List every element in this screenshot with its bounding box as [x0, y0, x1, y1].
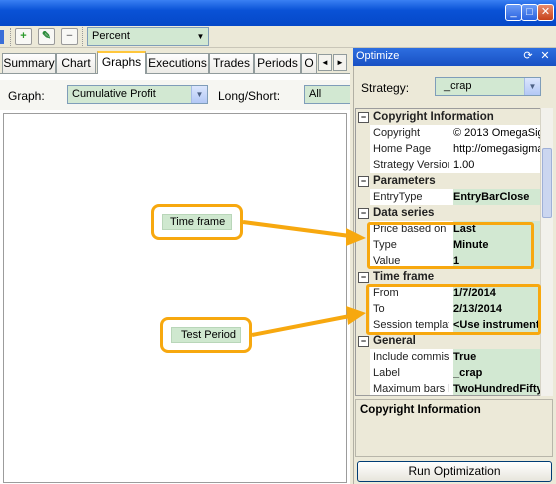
chevron-down-icon[interactable]: ▼ [524, 78, 540, 95]
tab-trades[interactable]: Trades [209, 53, 254, 73]
tab-scroll-right-icon[interactable]: ► [333, 54, 347, 71]
close-button[interactable]: ✕ [537, 4, 554, 21]
property-description: Copyright Information [355, 399, 553, 457]
collapse-icon[interactable]: − [358, 176, 369, 187]
longshort-dropdown-value: All [309, 88, 322, 100]
property-key: EntryType [373, 191, 423, 203]
graph-plot-area [3, 113, 347, 483]
property-value[interactable]: © 2013 OmegaSigma [453, 125, 552, 141]
callout-test-period: Test Period [160, 317, 252, 353]
property-key: Strategy Version [373, 159, 449, 171]
minimize-button[interactable]: _ [505, 4, 522, 21]
collapse-icon[interactable]: − [358, 208, 369, 219]
toolbar-separator [82, 27, 84, 46]
data-series-highlight [367, 222, 534, 269]
category-copyright[interactable]: − Copyright Information [356, 109, 552, 125]
add-icon[interactable]: + [15, 28, 32, 45]
strategy-dropdown-value: _crap [444, 80, 472, 92]
tab-overflow[interactable]: O [301, 53, 317, 73]
toolbar-edge-icon [0, 30, 4, 44]
property-row[interactable]: Label _crap [356, 365, 552, 381]
run-optimization-button[interactable]: Run Optimization [357, 461, 552, 482]
description-title: Copyright Information [360, 404, 481, 416]
property-key: Label [373, 367, 400, 379]
collapse-icon[interactable]: − [358, 272, 369, 283]
property-value[interactable]: 1.00 [453, 157, 552, 173]
tab-periods[interactable]: Periods [254, 53, 301, 73]
property-key: Home Page [373, 143, 432, 155]
callout-test-period-text: Test Period [181, 329, 237, 341]
toolbar-grip [10, 28, 12, 46]
category-parameters[interactable]: − Parameters [356, 173, 552, 189]
optimize-panel-title: Optimize [356, 50, 400, 62]
graph-label: Graph: [8, 89, 45, 103]
category-label: General [373, 335, 416, 347]
optimize-panel-header: Optimize ⟳ ✕ [353, 48, 556, 66]
property-value[interactable]: EntryBarClose [453, 189, 552, 205]
tab-graphs[interactable]: Graphs [97, 51, 146, 74]
units-dropdown[interactable]: Percent ▼ [87, 27, 209, 46]
callout-time-frame-text: Time frame [170, 216, 226, 228]
property-value[interactable]: True [453, 349, 552, 365]
chevron-down-icon[interactable]: ▼ [191, 86, 207, 103]
property-row[interactable]: EntryType EntryBarClose [356, 189, 552, 205]
property-value[interactable]: TwoHundredFifty [453, 381, 552, 395]
graph-dropdown[interactable]: Cumulative Profit ▼ [67, 85, 208, 104]
scrollbar-thumb[interactable] [542, 148, 552, 218]
category-time-frame[interactable]: − Time frame [356, 269, 552, 285]
property-row[interactable]: Include commission True [356, 349, 552, 365]
close-panel-icon[interactable]: ✕ [538, 49, 552, 63]
graph-options-row: Graph: Cumulative Profit ▼ Long/Short: A… [0, 80, 350, 110]
units-dropdown-value: Percent [92, 30, 130, 42]
collapse-icon[interactable]: − [358, 112, 369, 123]
property-row[interactable]: Maximum bars lookback TwoHundredFifty [356, 381, 552, 395]
time-frame-highlight [366, 284, 541, 335]
category-label: Time frame [373, 271, 435, 283]
property-row[interactable]: Strategy Version 1.00 [356, 157, 552, 173]
callout-time-frame: Time frame [151, 204, 243, 240]
property-key: Maximum bars lookback [373, 383, 449, 395]
property-grid-scrollbar[interactable] [540, 108, 553, 396]
strategy-dropdown[interactable]: _crap ▼ [435, 77, 541, 96]
category-general[interactable]: − General [356, 333, 552, 349]
tab-executions[interactable]: Executions [146, 53, 209, 73]
category-label: Parameters [373, 175, 436, 187]
category-data-series[interactable]: − Data series [356, 205, 552, 221]
property-row[interactable]: Home Page http://omegasigma [356, 141, 552, 157]
property-value[interactable]: _crap [453, 365, 552, 381]
graph-dropdown-value: Cumulative Profit [72, 88, 156, 100]
property-row[interactable]: Copyright © 2013 OmegaSigma [356, 125, 552, 141]
chevron-down-icon[interactable]: ▼ [193, 28, 208, 45]
window-title-bar: _ □ ✕ [0, 0, 556, 26]
maximize-button[interactable]: □ [521, 4, 538, 21]
tab-chart[interactable]: Chart [56, 53, 96, 73]
collapse-icon[interactable]: − [358, 336, 369, 347]
edit-icon[interactable]: ✎ [38, 28, 55, 45]
property-key: Copyright [373, 127, 421, 139]
property-key: Include commission [373, 351, 449, 363]
tab-summary[interactable]: Summary [2, 53, 56, 73]
category-label: Copyright Information [373, 111, 494, 123]
remove-icon[interactable]: − [61, 28, 78, 45]
property-value[interactable]: http://omegasigma [453, 141, 552, 157]
strategy-label: Strategy: [361, 81, 410, 95]
longshort-dropdown[interactable]: All [304, 85, 350, 104]
tab-scroll-left-icon[interactable]: ◄ [318, 54, 332, 71]
longshort-label: Long/Short: [218, 89, 281, 103]
category-label: Data series [373, 207, 435, 219]
pin-icon[interactable]: ⟳ [521, 49, 535, 63]
